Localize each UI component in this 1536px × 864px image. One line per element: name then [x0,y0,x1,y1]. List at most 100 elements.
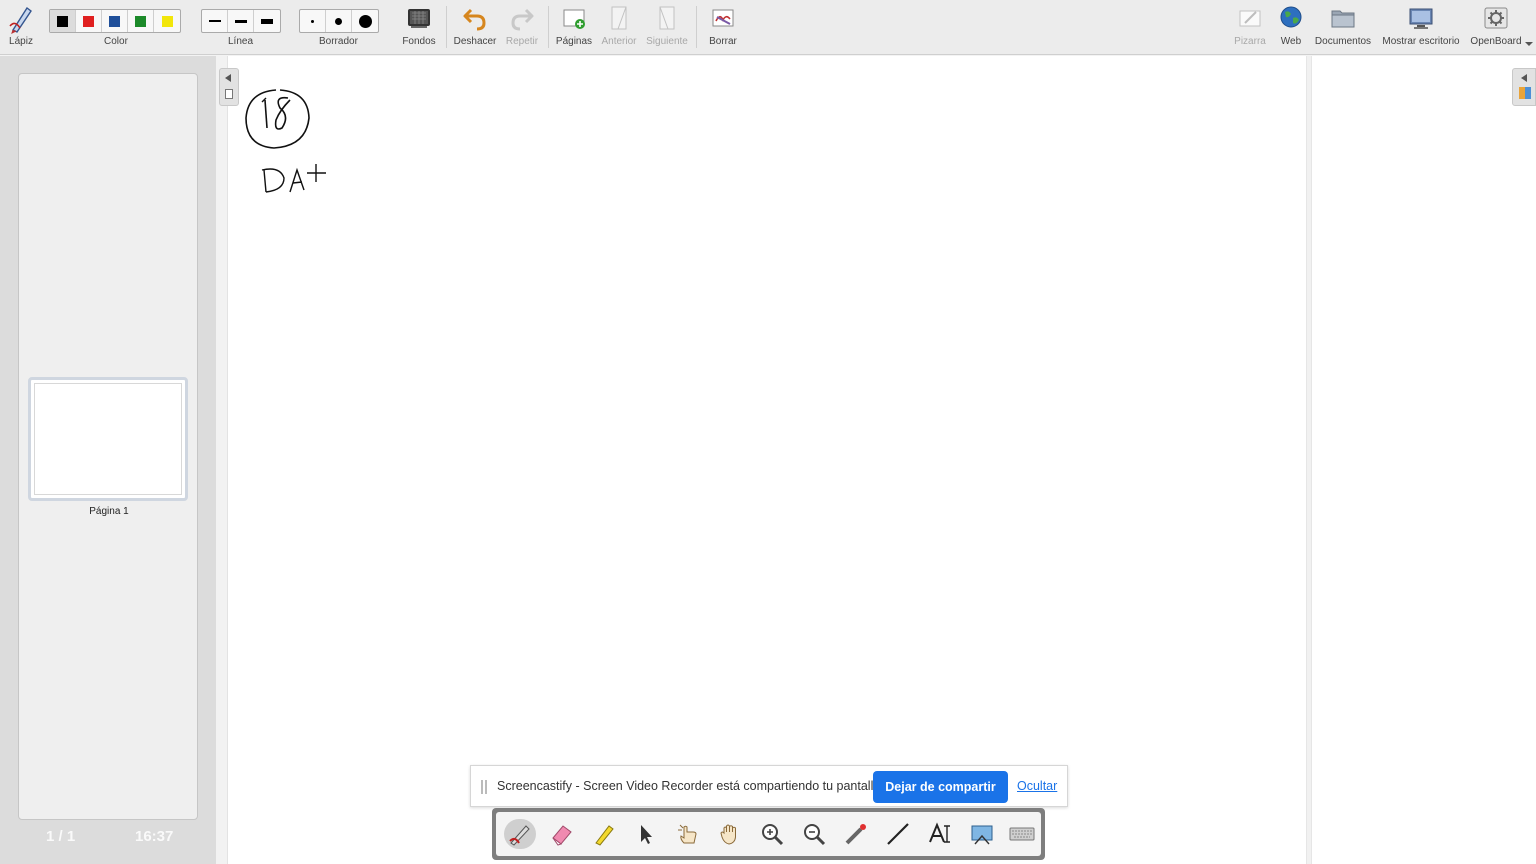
eraser-label: Borrador [319,36,358,47]
show-desktop-label: Mostrar escritorio [1382,36,1460,47]
color-selector [49,9,181,33]
stylus-palette [492,808,1045,860]
hand-tool[interactable] [714,819,746,849]
zoom-in-tool[interactable] [756,819,788,849]
color-label: Color [104,36,128,47]
backgrounds-label: Fondos [402,36,436,47]
eraser-large-option[interactable] [352,10,378,32]
line-tool[interactable] [882,819,914,849]
chevron-down-icon[interactable] [1525,42,1533,46]
line-icon [887,823,909,845]
eraser-icon [552,825,572,846]
keyboard-icon [1009,827,1035,841]
highlighter-icon [595,825,614,846]
backgrounds-button[interactable]: Fondos [398,0,440,54]
color-blue-swatch[interactable] [102,10,128,32]
page-thumbnail-list[interactable]: Página 1 [18,73,198,820]
pen-icon [509,825,530,846]
undo-icon [463,8,486,31]
page-counter: 1 / 1 [46,828,76,845]
eraser-tool[interactable] [546,819,578,849]
zoom-out-tool[interactable] [798,819,830,849]
whiteboard-mode-button[interactable]: Pizarra [1232,0,1268,54]
add-page-label: Páginas [555,36,593,47]
openboard-menu-button[interactable]: OpenBoard [1468,0,1524,54]
line-width-selector [201,9,281,33]
pen-tool[interactable] [504,819,536,849]
capture-tool[interactable] [966,819,998,849]
pages-sidebar: Página 1 1 / 1 16:37 [0,56,216,864]
folder-icon [1331,10,1355,28]
hide-banner-link[interactable]: Ocultar [1017,779,1057,793]
whiteboard-icon [1239,10,1261,27]
page-thumbnail-label: Página 1 [89,506,129,517]
library-icon [1519,87,1531,99]
screen-share-banner: Screencastify - Screen Video Recorder es… [470,765,1068,807]
line-label: Línea [228,36,254,47]
text-tool[interactable] [924,819,956,849]
capture-icon [971,825,993,845]
line-medium-option[interactable] [228,10,254,32]
main-toolbar: Lápiz Color Línea Borrador Fondos Deshac… [0,0,1536,55]
interact-icon [678,824,697,844]
chevron-left-icon [225,74,231,82]
stop-sharing-button[interactable]: Dejar de compartir [873,771,1008,803]
hand-icon [720,824,736,845]
color-green-swatch[interactable] [128,10,154,32]
next-page-icon [659,6,675,30]
eraser-medium-option[interactable] [326,10,352,32]
clear-label: Borrar [709,36,737,47]
drag-handle-icon[interactable] [481,780,487,794]
redo-label: Repetir [505,36,539,47]
pages-icon [225,89,233,99]
text-icon [929,822,950,843]
pen-tool-label: Lápiz [9,36,33,47]
add-page-icon [563,9,585,29]
redo-button[interactable]: Repetir [502,0,542,54]
show-desktop-button[interactable]: Mostrar escritorio [1380,0,1462,54]
previous-page-label: Anterior [601,36,637,47]
drawing-board[interactable] [216,56,1536,864]
web-label: Web [1280,36,1302,47]
handwritten-drawing [245,89,326,193]
color-red-swatch[interactable] [76,10,102,32]
add-page-button[interactable]: Páginas [554,0,594,54]
zoom-in-icon [762,824,784,846]
pointer-icon [641,825,652,844]
next-page-label: Siguiente [646,36,688,47]
web-mode-button[interactable]: Web [1274,0,1308,54]
chevron-left-icon [1521,74,1527,82]
eraser-size-selector [299,9,379,33]
share-message: Screencastify - Screen Video Recorder es… [497,779,884,793]
collapse-left-panel-button[interactable] [219,68,239,106]
undo-label: Deshacer [453,36,497,47]
clear-button[interactable]: Borrar [704,0,742,54]
interact-tool[interactable] [672,819,704,849]
laser-pointer-tool[interactable] [840,819,872,849]
pen-icon [9,6,32,34]
laser-icon [845,824,866,845]
color-black-swatch[interactable] [50,10,76,32]
line-thick-option[interactable] [254,10,280,32]
undo-button[interactable]: Deshacer [452,0,498,54]
documents-label: Documentos [1314,36,1372,47]
highlighter-tool[interactable] [588,819,620,849]
whiteboard-label: Pizarra [1234,36,1266,47]
select-tool[interactable] [630,819,662,849]
eraser-small-option[interactable] [300,10,326,32]
color-yellow-swatch[interactable] [154,10,180,32]
next-page-button[interactable]: Siguiente [644,0,690,54]
pen-tool-button[interactable]: Lápiz [4,0,38,54]
monitor-icon [1409,8,1433,29]
openboard-label: OpenBoard [1470,36,1522,47]
page-thumbnail[interactable] [28,377,188,501]
redo-icon [511,8,534,31]
line-thin-option[interactable] [202,10,228,32]
virtual-keyboard-tool[interactable] [1006,819,1038,849]
documents-mode-button[interactable]: Documentos [1314,0,1372,54]
previous-page-button[interactable]: Anterior [598,0,640,54]
previous-page-icon [611,6,627,30]
collapse-right-panel-button[interactable] [1512,68,1536,106]
clear-page-icon [712,9,734,27]
backgrounds-icon [408,9,430,28]
